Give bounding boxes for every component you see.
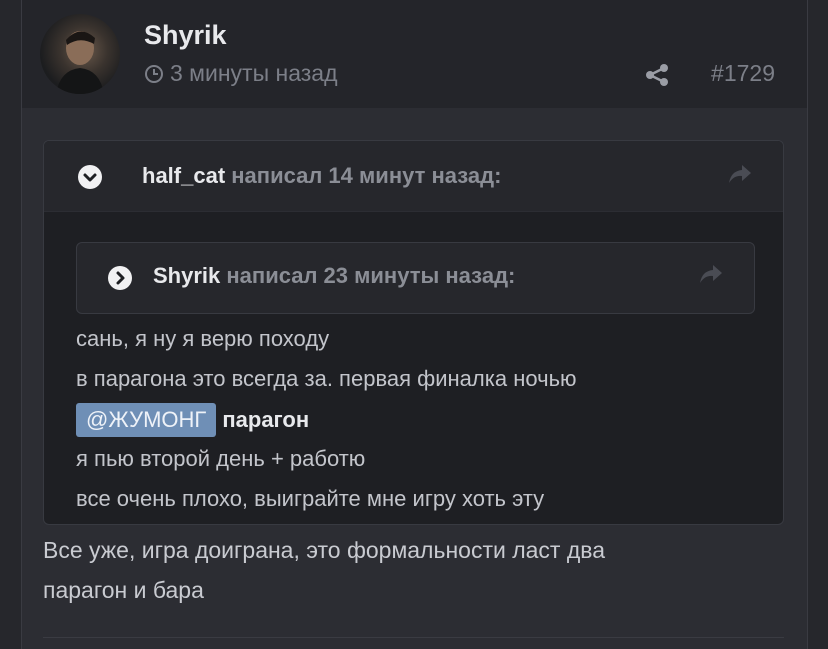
post-number-link[interactable]: #1729 [711, 60, 775, 87]
forum-post: Shyrik 3 минуты назад #1729 half_cat нап [21, 0, 808, 649]
quote-line: в парагона это всегда за. первая финалка… [76, 366, 577, 391]
post-divider [43, 637, 784, 638]
avatar-image [56, 31, 104, 94]
quote-author[interactable]: half_cat [142, 163, 225, 188]
user-mention[interactable]: @ЖУМОНГ [76, 403, 217, 438]
quote-content: сань, я ну я верю походу в парагона это … [76, 319, 577, 519]
share-icon[interactable] [644, 62, 670, 88]
quote-block: half_cat написал 14 минут назад: Shyrik … [43, 140, 784, 525]
quote-line: я пью второй день + работю [76, 446, 366, 471]
quote-line: все очень плохо, выиграйте мне игру хоть… [76, 486, 545, 511]
clock-icon [145, 64, 163, 83]
quote-line: сань, я ну я верю походу [76, 326, 330, 351]
quote-line-mention: @ЖУМОНГ парагон [76, 399, 577, 439]
nested-quote-author[interactable]: Shyrik [153, 263, 220, 288]
quote-meta: написал 14 минут назад: [225, 163, 502, 188]
post-body: Все уже, игра доиграна, это формальности… [43, 530, 783, 610]
chevron-right-icon[interactable] [108, 266, 132, 290]
reply-arrow-icon[interactable] [727, 163, 753, 185]
post-header: Shyrik 3 минуты назад #1729 [22, 0, 807, 108]
post-time-text: 3 минуты назад [170, 60, 338, 86]
post-body-line: парагон и бара [43, 577, 204, 603]
nested-quote-meta: написал 23 минуты назад: [220, 263, 516, 288]
post-author[interactable]: Shyrik [144, 20, 227, 51]
nested-quote-attribution: Shyrik написал 23 минуты назад: [153, 263, 515, 289]
quote-header[interactable]: half_cat написал 14 минут назад: [44, 141, 783, 212]
mention-suffix: парагон [222, 407, 310, 433]
avatar[interactable] [40, 14, 120, 94]
reply-arrow-icon[interactable] [698, 263, 724, 285]
post-body-line: Все уже, игра доиграна, это формальности… [43, 537, 606, 563]
nested-quote-block[interactable]: Shyrik написал 23 минуты назад: [76, 242, 755, 314]
post-time[interactable]: 3 минуты назад [144, 60, 338, 87]
quote-attribution: half_cat написал 14 минут назад: [142, 163, 501, 189]
chevron-down-icon[interactable] [78, 165, 102, 189]
